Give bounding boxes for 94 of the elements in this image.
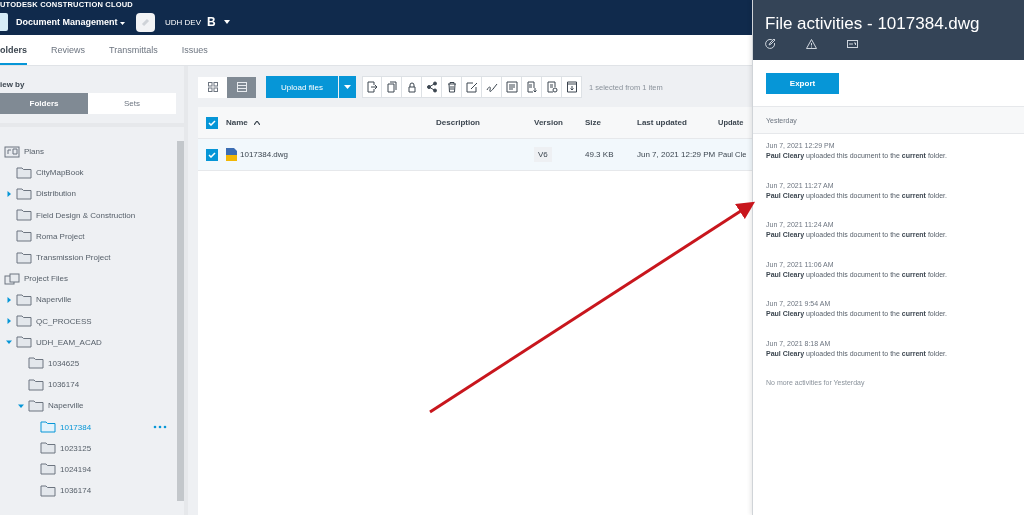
column-header[interactable]: Name [226,118,436,127]
export-button[interactable] [522,76,542,98]
list-icon [236,82,247,92]
panel-title: File activities - 1017384.dwg [765,13,981,34]
select-all-checkbox[interactable] [206,116,218,129]
tree-item[interactable]: Field Design & Construction [0,204,177,226]
column-header[interactable]: Version [534,118,585,127]
tree-item[interactable]: Project Files [0,268,177,290]
folder-icon [16,187,32,200]
tree-item[interactable]: 1023125 [0,437,177,459]
tree-item[interactable]: 1034625 [0,352,177,375]
export-icon [525,81,538,93]
folder-icon [40,442,56,455]
folder-icon [16,166,32,179]
notes-button[interactable] [502,76,522,98]
tree-item[interactable]: 1024194 [0,458,177,480]
share-button[interactable] [422,76,442,98]
plans-icon [4,145,20,158]
move-button[interactable] [362,76,382,98]
report-button[interactable] [542,76,562,98]
app-icon [0,13,8,31]
files-icon [4,272,20,285]
version-badge[interactable]: V6 [534,147,552,162]
list-view-button[interactable] [227,76,256,98]
report-icon [545,81,558,93]
delete-icon [445,81,458,93]
tree-item[interactable]: CityMapBook [0,162,177,184]
folder-icon [40,484,56,497]
file-name[interactable]: 1017384.dwg [240,150,289,159]
tree-item[interactable]: Roma Project [0,225,177,247]
scrollbar[interactable] [177,141,184,501]
tree-item[interactable]: Naperville [0,289,177,311]
caret-icon[interactable] [223,20,230,24]
tree-item[interactable]: 1036174 [0,374,177,396]
folder-icon [40,421,56,434]
warning-icon[interactable] [806,38,817,49]
caret-icon[interactable] [120,22,125,25]
folder-icon [16,230,32,243]
lock-button[interactable] [402,76,422,98]
folder-icon [40,463,56,476]
row-checkbox[interactable] [206,148,218,161]
folder-icon [16,315,32,328]
copy-icon [385,81,398,93]
export-button[interactable]: Export [766,73,839,94]
project-name[interactable]: UDH DEV [165,17,202,27]
folder-icon [16,251,32,264]
share-icon [425,81,438,93]
folder-icon [16,293,32,306]
archive-icon [565,81,578,93]
folder-icon [28,357,44,370]
tree-item[interactable]: Transmission Project [0,246,177,269]
upload-files-button[interactable]: Upload files [266,76,338,98]
caret-icon [344,85,351,89]
tree-item[interactable]: Distribution [0,183,177,205]
view-toggle-button[interactable]: Folders [0,93,88,114]
rfi-icon[interactable] [847,39,858,48]
tree-item[interactable]: Naperville [0,395,177,417]
tree-item[interactable]: QC_PROCESS [0,310,177,332]
module-dropdown[interactable]: Document Management [16,17,125,27]
move-icon [366,81,378,93]
view-toggle-button[interactable]: Sets [88,93,176,114]
project-logo: B [207,15,216,29]
view-by-label: iew by [0,79,26,91]
archive-button[interactable] [562,76,582,98]
copy-button[interactable] [382,76,402,98]
tree-item[interactable]: UDH_EAM_ACAD [0,331,177,353]
nav-tab[interactable]: Issues [181,35,208,65]
table-cell-text: Jun 7, 2021 12:29 PM [637,150,717,159]
notes-icon [505,81,518,93]
nav-tab[interactable]: Transmittals [109,35,158,65]
tree-item[interactable]: Plans [0,141,177,163]
folder-icon [28,399,44,412]
upload-dropdown-button[interactable] [339,76,356,98]
tree-item[interactable]: 1036174 [0,480,177,502]
sign-icon [485,81,498,93]
column-header[interactable]: Size [585,118,637,127]
grid-view-button[interactable] [198,76,227,98]
more-icon[interactable] [153,425,167,430]
folder-icon [28,378,44,391]
table-cell-text: 49.3 KB [585,150,615,159]
avatar-icon [136,12,155,32]
lock-icon [405,81,418,93]
pencil-circle-icon[interactable] [765,38,776,49]
folder-icon [16,336,32,349]
edit-icon [465,81,478,93]
dwg-file-icon [226,148,237,161]
edit-button[interactable] [462,76,482,98]
grid-icon [207,82,218,92]
column-header[interactable]: Last updated [637,118,718,127]
folder-icon [16,209,32,222]
delete-button[interactable] [442,76,462,98]
column-header[interactable]: Description [436,118,534,127]
nav-tab[interactable]: Reviews [51,35,86,65]
sign-button[interactable] [482,76,502,98]
